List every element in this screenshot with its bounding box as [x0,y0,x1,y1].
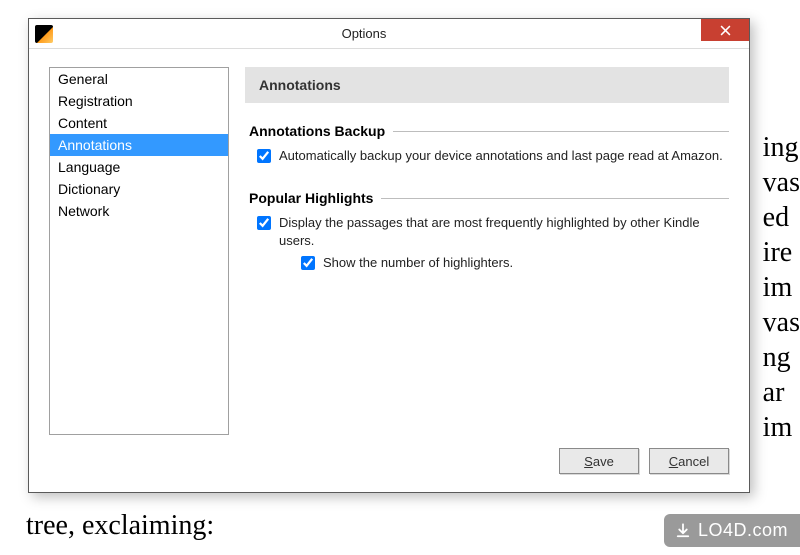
window-title: Options [29,26,699,41]
watermark: LO4D.com [664,514,800,547]
row-display-passages: Display the passages that are most frequ… [249,212,729,252]
settings-panel: Annotations Annotations Backup Automatic… [229,67,729,438]
dialog-footer: Save Cancel [29,438,749,492]
section-title-label: Annotations Backup [249,123,385,139]
checkbox-auto-backup[interactable] [257,149,271,163]
row-show-number: Show the number of highlighters. [249,252,729,275]
background-reader-text-bottom: tree, exclaiming: [26,508,214,543]
save-button[interactable]: Save [559,448,639,474]
background-reader-text: ing vas ed ire im vas ng ar im [763,130,800,445]
close-icon [720,25,731,36]
checkbox-show-number[interactable] [301,256,315,270]
panel-title: Annotations [245,67,729,103]
sidebar-item-general[interactable]: General [50,68,228,90]
divider [393,131,729,132]
label-display-passages: Display the passages that are most frequ… [279,214,729,250]
options-dialog: Options General Registration Content Ann… [28,18,750,493]
row-auto-backup: Automatically backup your device annotat… [249,145,729,168]
sidebar-item-registration[interactable]: Registration [50,90,228,112]
checkbox-display-passages[interactable] [257,216,271,230]
sidebar-item-network[interactable]: Network [50,200,228,222]
download-icon [674,522,692,540]
sidebar-item-content[interactable]: Content [50,112,228,134]
cancel-button[interactable]: Cancel [649,448,729,474]
save-button-rest: ave [593,454,614,469]
category-list[interactable]: General Registration Content Annotations… [49,67,229,435]
label-show-number: Show the number of highlighters. [323,254,513,272]
watermark-text: LO4D.com [698,520,788,541]
close-button[interactable] [701,19,749,41]
titlebar: Options [29,19,749,49]
section-annotations-backup: Annotations Backup Automatically backup … [245,123,729,168]
divider [381,198,729,199]
sidebar-item-language[interactable]: Language [50,156,228,178]
label-auto-backup: Automatically backup your device annotat… [279,147,723,165]
cancel-button-rest: ancel [678,454,709,469]
app-icon [35,25,53,43]
sidebar-item-annotations[interactable]: Annotations [50,134,228,156]
section-popular-highlights: Popular Highlights Display the passages … [245,190,729,275]
section-title-label: Popular Highlights [249,190,373,206]
sidebar-item-dictionary[interactable]: Dictionary [50,178,228,200]
